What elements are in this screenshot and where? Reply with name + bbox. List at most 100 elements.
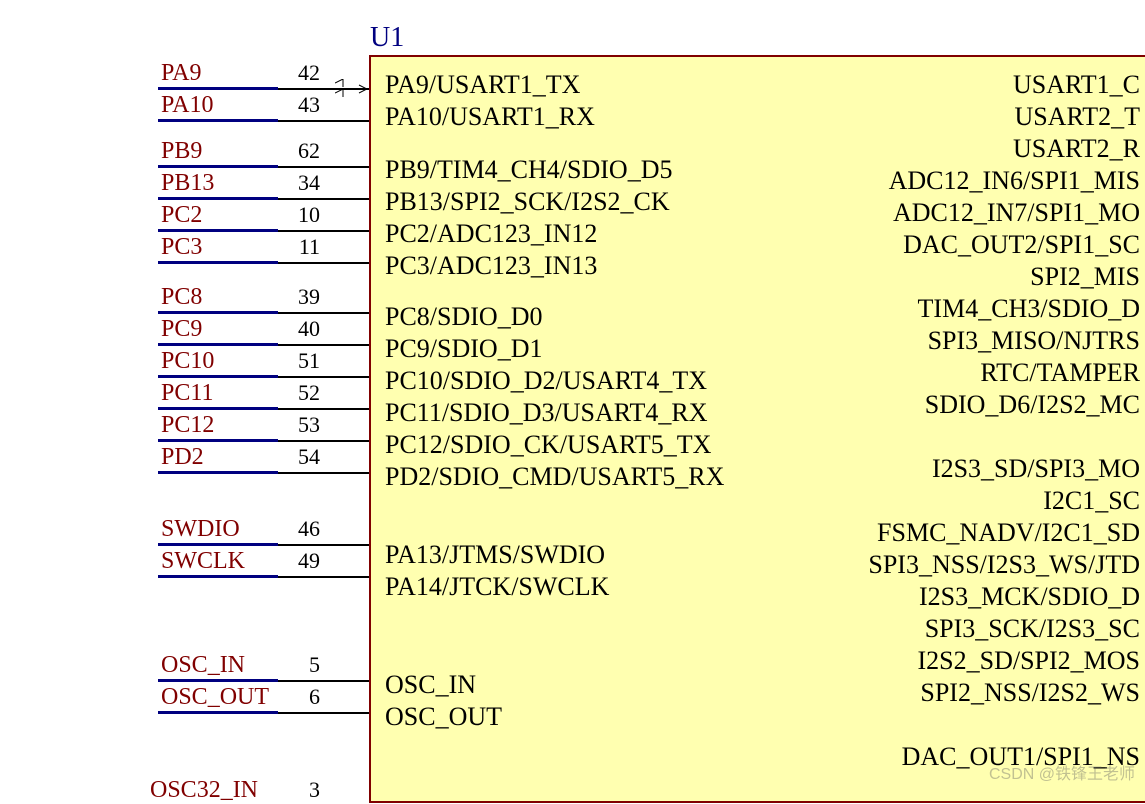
pin-func: PD2/SDIO_CMD/USART5_RX (385, 462, 724, 492)
net-wire (158, 311, 278, 314)
pin-wire (278, 230, 369, 232)
pin-func: PA10/USART1_RX (385, 102, 595, 132)
net-wire (158, 229, 278, 232)
pin-wire (278, 440, 369, 442)
net-wire (158, 165, 278, 168)
pin-func: USART1_C (840, 70, 1140, 100)
pin-wire (278, 344, 369, 346)
designator: U1 (370, 22, 404, 54)
pin-func: PC3/ADC123_IN13 (385, 251, 597, 281)
pin-func: PB9/TIM4_CH4/SDIO_D5 (385, 155, 672, 185)
pin-func: ADC12_IN7/SPI1_MO (840, 198, 1140, 228)
pin-number: 54 (280, 444, 320, 470)
pin-wire (278, 680, 369, 682)
pin-func: PA13/JTMS/SWDIO (385, 540, 605, 570)
netlabel: PC12 (161, 412, 214, 439)
pin-wire (278, 120, 369, 122)
pin-wire (278, 408, 369, 410)
pin-func: PC11/SDIO_D3/USART4_RX (385, 398, 708, 428)
net-wire (158, 471, 278, 474)
netlabel: PA9 (161, 60, 201, 87)
net-wire (158, 87, 278, 90)
net-wire (158, 119, 278, 122)
pin-wire (278, 576, 369, 578)
net-wire (158, 375, 278, 378)
pin-number: 40 (280, 316, 320, 342)
pin-func: SPI3_MISO/NJTRS (840, 326, 1140, 356)
pin-func: PC12/SDIO_CK/USART5_TX (385, 430, 711, 460)
pin-number: 10 (280, 202, 320, 228)
netlabel: OSC32_IN (150, 777, 258, 804)
pin-func: I2S2_SD/SPI2_MOS (840, 646, 1140, 676)
net-wire (158, 543, 278, 546)
pin-func: I2S3_MCK/SDIO_D (840, 582, 1140, 612)
pin-number: 43 (280, 92, 320, 118)
watermark: CSDN @铁锋王老师 (989, 760, 1135, 784)
netlabel: PB13 (161, 170, 214, 197)
pin-func: PA9/USART1_TX (385, 70, 580, 100)
pin-func: USART2_R (840, 134, 1140, 164)
net-wire (158, 439, 278, 442)
pin-wire (278, 544, 369, 546)
pin-number: 5 (280, 652, 320, 678)
netlabel: PC10 (161, 348, 214, 375)
pin-func: PC10/SDIO_D2/USART4_TX (385, 366, 707, 396)
net-wire (158, 407, 278, 410)
pin-number: 6 (280, 684, 320, 710)
net-wire (158, 575, 278, 578)
netlabel: PB9 (161, 138, 202, 165)
netlabel: PD2 (161, 444, 204, 471)
pin-func: SPI2_MIS (840, 262, 1140, 292)
pin-func: OSC_IN (385, 670, 476, 700)
pin-wire (278, 472, 369, 474)
pin-func: I2S3_SD/SPI3_MO (840, 454, 1140, 484)
pin-number: 46 (280, 516, 320, 542)
netlabel: OSC_OUT (161, 684, 269, 711)
pin-number: 34 (280, 170, 320, 196)
netlabel: PC9 (161, 316, 202, 343)
pin-func: PC2/ADC123_IN12 (385, 219, 597, 249)
pin-func: PA14/JTCK/SWCLK (385, 572, 609, 602)
netlabel: SWCLK (161, 548, 245, 575)
bidir-arrow-icon (335, 79, 367, 97)
pin-func: SDIO_D6/I2S2_MC (840, 390, 1140, 420)
pin-wire (278, 262, 369, 264)
pin-func: RTC/TAMPER (840, 358, 1140, 388)
netlabel: SWDIO (161, 516, 240, 543)
pin-wire (278, 376, 369, 378)
pin-wire (278, 198, 369, 200)
pin-wire (278, 166, 369, 168)
pin-number: 53 (280, 412, 320, 438)
pin-number: 42 (280, 60, 320, 86)
net-wire (158, 343, 278, 346)
pin-func: SPI3_SCK/I2S3_SC (840, 614, 1140, 644)
pin-func: I2C1_SC (840, 486, 1140, 516)
pin-func: PB13/SPI2_SCK/I2S2_CK (385, 187, 670, 217)
netlabel: PC3 (161, 234, 202, 261)
pin-wire (278, 712, 369, 714)
pin-wire (278, 312, 369, 314)
pin-func: SPI2_NSS/I2S2_WS (840, 678, 1140, 708)
netlabel: PC2 (161, 202, 202, 229)
net-wire (158, 197, 278, 200)
pin-number: 49 (280, 548, 320, 574)
netlabel: PC8 (161, 284, 202, 311)
pin-number: 11 (280, 234, 320, 260)
net-wire (158, 679, 278, 682)
pin-func: USART2_T (840, 102, 1140, 132)
pin-number: 62 (280, 138, 320, 164)
pin-func: DAC_OUT2/SPI1_SC (840, 230, 1140, 260)
pin-func: PC8/SDIO_D0 (385, 302, 542, 332)
net-wire (158, 711, 278, 714)
pin-number: 39 (280, 284, 320, 310)
pin-func: TIM4_CH3/SDIO_D (840, 294, 1140, 324)
pin-func: FSMC_NADV/I2C1_SD (840, 518, 1140, 548)
pin-number: 51 (280, 348, 320, 374)
netlabel: OSC_IN (161, 652, 245, 679)
pin-func: PC9/SDIO_D1 (385, 334, 542, 364)
pin-func: OSC_OUT (385, 702, 502, 732)
pin-func: SPI3_NSS/I2S3_WS/JTD (840, 550, 1140, 580)
pin-number: 52 (280, 380, 320, 406)
pin-func: ADC12_IN6/SPI1_MIS (840, 166, 1140, 196)
pin-number: 3 (280, 777, 320, 803)
